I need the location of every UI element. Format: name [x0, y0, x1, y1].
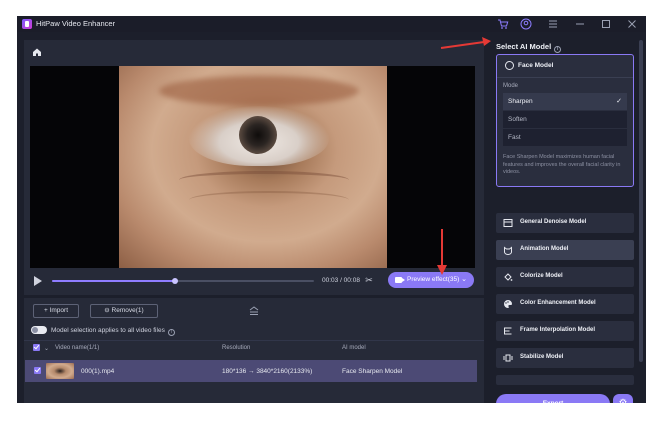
checkmark-icon: ✓	[616, 98, 622, 105]
user-icon[interactable]	[520, 18, 532, 30]
time-readout: 00:03 / 00:08	[322, 277, 360, 284]
export-button[interactable]: Export	[496, 394, 610, 403]
column-video-name: Video name(1/1)	[55, 345, 100, 351]
model-general-denoise[interactable]: General Denoise Model	[496, 213, 634, 233]
model-label: Animation Model	[520, 246, 569, 252]
model-label: Frame Interpolation Model	[520, 327, 596, 333]
row-checkbox[interactable]	[34, 367, 41, 374]
column-ai-model: AI model	[342, 345, 366, 351]
preview-effect-label: Preview effect(35)	[407, 276, 460, 283]
stabilize-icon	[503, 353, 513, 363]
file-ai-model: Face Sharpen Model	[342, 368, 403, 375]
model-color-enhancement[interactable]: Color Enhancement Model	[496, 294, 634, 314]
frame-interpolation-icon	[503, 326, 513, 336]
video-preview[interactable]	[30, 66, 475, 268]
playback-controls: 00:03 / 00:08 ✂ Preview effect(35) ⌄	[30, 272, 475, 290]
file-resolution: 180*136 → 3840*2160(2133%)	[222, 368, 313, 375]
menu-icon[interactable]	[547, 18, 559, 30]
player-pane: 00:03 / 00:08 ✂ Preview effect(35) ⌄	[24, 40, 484, 295]
model-label: Color Enhancement Model	[520, 300, 596, 306]
progress-slider[interactable]	[52, 278, 314, 284]
mode-option-fast[interactable]: Fast	[503, 129, 627, 146]
video-camera-icon	[395, 277, 405, 283]
maximize-icon[interactable]	[600, 18, 612, 30]
model-more[interactable]	[496, 375, 634, 385]
remove-icon: ⊖	[104, 307, 112, 314]
face-icon	[505, 61, 514, 70]
info-icon[interactable]: i	[167, 329, 175, 336]
model-stabilize[interactable]: Stabilize Model	[496, 348, 634, 368]
table-row[interactable]: 000(1).mp4 180*136 → 3840*2160(2133%) Fa…	[25, 360, 477, 382]
app-title: HitPaw Video Enhancer	[36, 19, 116, 28]
mode-option-soften[interactable]: Soften	[503, 111, 627, 128]
app-logo-icon	[22, 19, 32, 29]
model-panel: Select AI Model i Face Model Mode Sharpen…	[491, 36, 646, 403]
remove-label: Remove(1)	[111, 307, 144, 314]
title-bar: HitPaw Video Enhancer	[17, 16, 646, 32]
app-window: HitPaw Video Enhancer 00:03 / 00:08 ✂ Pr…	[17, 16, 646, 403]
face-model-description: Face Sharpen Model maximizes human facia…	[503, 154, 621, 175]
palette-icon	[503, 299, 513, 309]
preview-effect-button[interactable]: Preview effect(35) ⌄	[388, 272, 474, 288]
home-icon[interactable]	[32, 47, 42, 57]
column-resolution: Resolution	[222, 345, 251, 351]
denoise-icon	[503, 218, 513, 228]
face-model-title: Face Model	[518, 62, 554, 69]
file-list-pane: + Import ⊖ Remove(1) Model selection app…	[24, 298, 484, 403]
collapse-panel-icon[interactable]	[248, 306, 260, 316]
settings-button[interactable]: ⚙	[613, 394, 633, 403]
face-model-card[interactable]: Face Model Mode Sharpen ✓ Soften Fast Fac…	[496, 54, 634, 187]
panel-scrollbar[interactable]	[639, 40, 643, 362]
model-colorize[interactable]: Colorize Model	[496, 267, 634, 287]
progress-handle[interactable]	[172, 278, 179, 284]
apply-all-label: Model selection applies to all video fil…	[51, 327, 175, 336]
video-thumbnail	[46, 363, 74, 379]
remove-button[interactable]: ⊖ Remove(1)	[90, 304, 158, 318]
progress-fill	[52, 280, 176, 282]
cart-icon[interactable]	[497, 18, 509, 30]
model-label: Stabilize Model	[520, 354, 564, 360]
panel-title: Select AI Model i	[496, 42, 562, 53]
minimize-icon[interactable]	[574, 18, 586, 30]
paint-bucket-icon	[503, 272, 513, 282]
apply-all-toggle[interactable]	[31, 326, 47, 334]
model-label: General Denoise Model	[520, 219, 587, 225]
chevron-down-icon[interactable]: ⌄	[44, 345, 49, 352]
mode-label: Mode	[503, 83, 519, 89]
model-label: Colorize Model	[520, 273, 563, 279]
model-animation[interactable]: Animation Model	[496, 240, 634, 260]
animation-icon	[503, 245, 513, 255]
model-frame-interpolation[interactable]: Frame Interpolation Model	[496, 321, 634, 341]
video-frame	[119, 66, 387, 268]
chevron-down-icon[interactable]: ⌄	[461, 275, 467, 283]
select-all-checkbox[interactable]	[33, 344, 40, 351]
file-table-header: ⌄ Video name(1/1) Resolution AI model	[24, 340, 484, 354]
divider	[497, 77, 633, 78]
mode-option-sharpen[interactable]: Sharpen ✓	[503, 93, 627, 110]
play-icon[interactable]	[34, 276, 42, 286]
gear-icon: ⚙	[619, 398, 628, 403]
scissors-icon[interactable]: ✂	[364, 275, 374, 285]
import-button[interactable]: + Import	[33, 304, 79, 318]
info-icon[interactable]: i	[554, 46, 562, 53]
file-name: 000(1).mp4	[81, 368, 115, 375]
close-icon[interactable]	[626, 18, 638, 30]
